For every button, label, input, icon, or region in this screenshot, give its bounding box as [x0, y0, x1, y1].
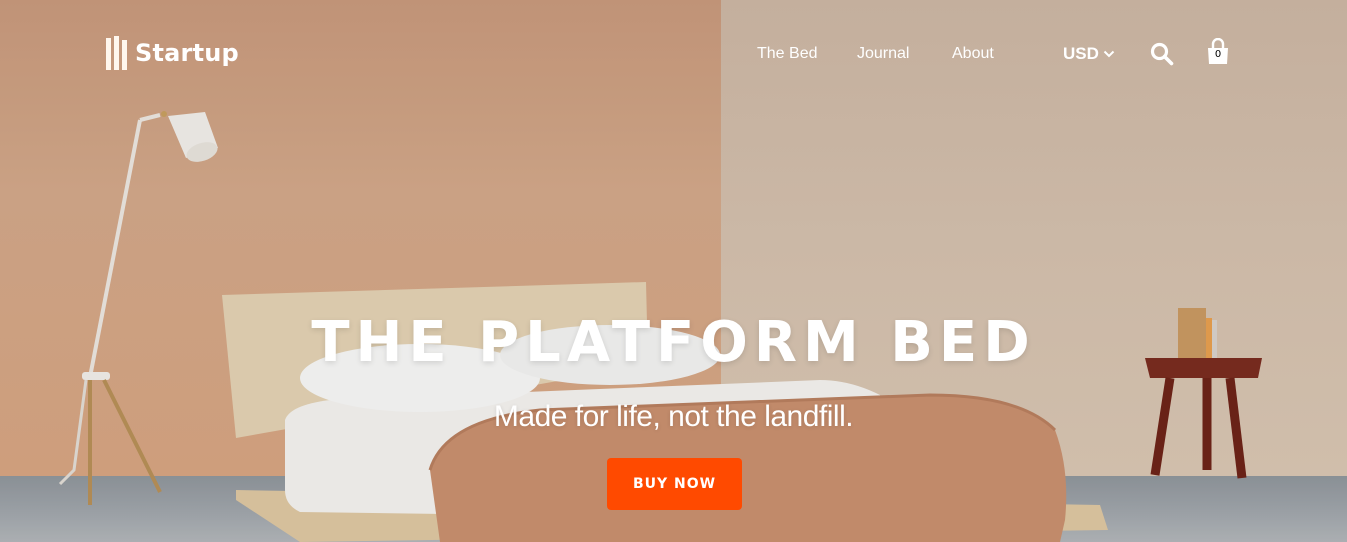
search-button[interactable] [1150, 42, 1174, 70]
nav-link-the-bed[interactable]: The Bed [757, 45, 817, 63]
currency-selector[interactable]: USD [1063, 44, 1115, 64]
cart-count: 0 [1214, 49, 1222, 60]
hero-subtitle: Made for life, not the landfill. [493, 400, 854, 433]
buy-now-button[interactable]: BUY NOW [607, 458, 742, 510]
search-icon [1150, 42, 1174, 66]
hero-title: THE PLATFORM BED [311, 310, 1036, 375]
cart-button[interactable]: 0 [1206, 38, 1230, 66]
chevron-down-icon [1103, 50, 1115, 58]
nav-link-journal[interactable]: Journal [857, 45, 909, 63]
brand-logo[interactable]: Startup [106, 36, 239, 70]
top-navigation: Startup The Bed Journal About USD 0 [0, 0, 1347, 100]
bars-logo-icon [106, 36, 127, 70]
nav-link-about[interactable]: About [952, 45, 994, 63]
currency-label: USD [1063, 44, 1099, 63]
brand-name: Startup [135, 39, 239, 67]
